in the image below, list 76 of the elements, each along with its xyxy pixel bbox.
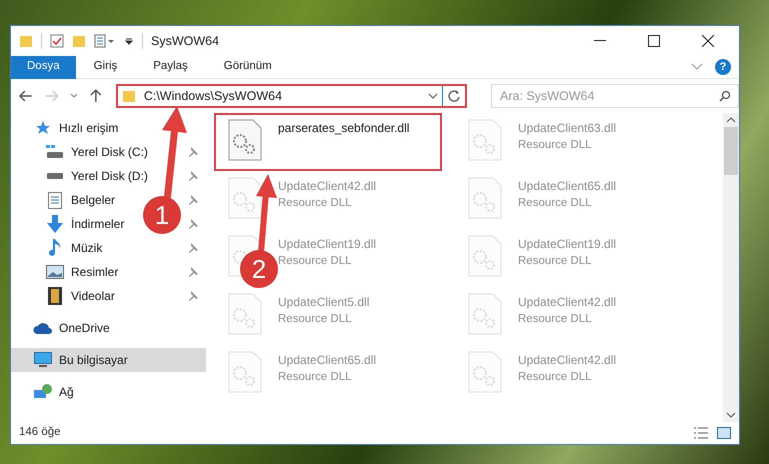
up-arrow-icon[interactable]	[90, 89, 102, 103]
dll-file-icon	[468, 119, 502, 161]
refresh-icon[interactable]	[447, 89, 461, 103]
file-type: Resource DLL	[278, 254, 353, 269]
ribbon-tab[interactable]: Görünüm	[206, 56, 290, 78]
address-path: C:\Windows\SysWOW64	[144, 88, 284, 105]
sidebar-item[interactable]: Müzik	[45, 239, 102, 257]
file-type: Resource DLL	[518, 370, 593, 385]
sidebar-item[interactable]: Videolar	[45, 287, 115, 305]
sidebar-item[interactable]: Bu bilgisayar	[11, 348, 206, 372]
picture-icon	[46, 265, 64, 279]
scrollbar[interactable]	[723, 113, 739, 422]
thumbnail-view-icon[interactable]	[717, 427, 731, 439]
chevron-down-icon[interactable]	[70, 93, 78, 99]
music-note-icon	[49, 239, 61, 257]
dll-file-icon	[228, 293, 262, 335]
dll-file-icon	[468, 177, 502, 219]
ribbon-tab[interactable]: Giriş	[76, 56, 136, 78]
file-type: Resource DLL	[278, 196, 353, 211]
sidebar-item[interactable]: Hızlı erişim	[33, 119, 118, 137]
pin-icon[interactable]	[188, 243, 198, 253]
dll-file-icon	[468, 235, 502, 277]
help-button[interactable]: ?	[715, 59, 731, 75]
pin-icon[interactable]	[188, 147, 198, 157]
network-icon	[34, 384, 52, 400]
document-icon	[48, 192, 62, 208]
file-item[interactable]: parserates_sebfonder.dll	[214, 113, 442, 171]
pin-icon[interactable]	[188, 171, 198, 181]
pin-icon[interactable]	[188, 267, 198, 277]
sidebar-item[interactable]: Belgeler	[45, 191, 116, 209]
checklist-icon[interactable]	[50, 34, 64, 48]
pin-icon[interactable]	[188, 291, 198, 301]
pin-icon[interactable]	[188, 195, 198, 205]
sidebar-item[interactable]: Resimler	[45, 263, 118, 281]
folder-icon	[122, 89, 136, 103]
dll-file-icon	[228, 351, 262, 393]
dropdown-icon[interactable]	[124, 36, 134, 46]
drive-icon	[46, 172, 64, 180]
file-type: Resource DLL	[278, 312, 353, 327]
maximize-icon[interactable]	[648, 35, 660, 47]
minimize-icon[interactable]	[594, 40, 606, 42]
film-icon	[48, 287, 62, 305]
dll-file-icon	[468, 351, 502, 393]
sidebar-item[interactable]: Ağ	[33, 383, 74, 401]
sidebar-item[interactable]: Yerel Disk (C:)	[45, 143, 148, 161]
file-type: Resource DLL	[518, 254, 593, 269]
monitor-icon	[34, 352, 52, 368]
details-view-icon[interactable]	[693, 427, 709, 439]
ribbon-tab[interactable]: Paylaş	[135, 56, 206, 78]
file-name[interactable]: parserates_sebfonder.dll	[278, 119, 410, 137]
search-icon[interactable]	[719, 90, 731, 102]
file-type: Resource DLL	[278, 370, 353, 385]
download-arrow-icon	[47, 215, 63, 233]
dll-file-icon	[228, 177, 262, 219]
file-type: Resource DLL	[518, 138, 593, 153]
properties-icon[interactable]	[94, 34, 116, 48]
item-count: 146 öğe	[19, 425, 62, 440]
star-icon	[35, 120, 51, 136]
sidebar-item[interactable]: İndirmeler	[45, 215, 124, 233]
chevron-down-icon[interactable]	[428, 93, 438, 99]
back-arrow-icon[interactable]	[19, 90, 33, 102]
close-icon[interactable]	[702, 35, 714, 47]
search-field[interactable]: Ara: SysWOW64	[491, 84, 739, 108]
ribbon-tab[interactable]: Dosya	[11, 56, 76, 78]
window-title: SysWOW64	[151, 32, 220, 50]
sidebar-item[interactable]: OneDrive	[33, 319, 110, 337]
cloud-icon	[33, 322, 53, 334]
drive-icon	[46, 145, 64, 159]
address-bar[interactable]: C:\Windows\SysWOW64	[116, 84, 467, 108]
dll-file-icon	[228, 119, 262, 161]
scrollbar-thumb[interactable]	[724, 127, 738, 175]
file-type: Resource DLL	[518, 312, 593, 327]
file-type: Resource DLL	[518, 196, 593, 211]
dll-file-icon	[468, 293, 502, 335]
pin-icon[interactable]	[188, 219, 198, 229]
sidebar-item[interactable]: Yerel Disk (D:)	[45, 167, 148, 185]
